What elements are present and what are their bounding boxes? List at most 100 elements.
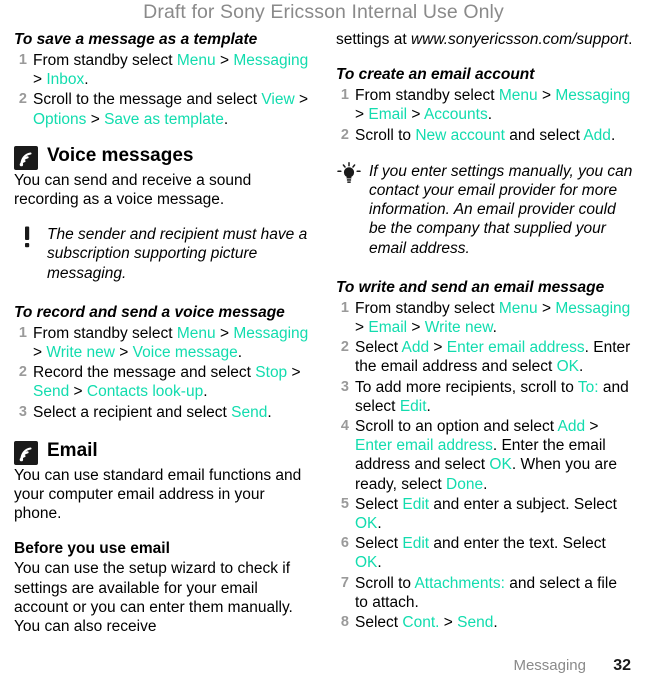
step-text: . xyxy=(267,403,272,421)
step-text: . xyxy=(426,397,431,415)
step-text: . xyxy=(487,106,493,124)
step-text: To add more recipients, scroll to xyxy=(355,378,578,396)
ui-term: Menu xyxy=(176,52,216,69)
procedure-heading-write-email: To write and send an email message xyxy=(336,278,605,296)
continuation-prefix: settings at xyxy=(336,31,411,48)
support-url: www.sonyericsson.com/support xyxy=(410,31,629,48)
ui-term: Write new xyxy=(424,319,493,337)
ui-term: Edit xyxy=(399,397,427,415)
step-text: and select xyxy=(504,126,584,144)
step-text: Scroll to an option and select xyxy=(355,418,558,436)
procedure-step: Select Edit and enter the text. Select O… xyxy=(336,534,633,572)
section-heading-voice-messages: Voice messages xyxy=(14,144,311,170)
procedure-step: Scroll to the message and select View > … xyxy=(14,90,311,128)
ui-term: New account xyxy=(415,126,505,144)
ui-term: Cont. xyxy=(402,614,440,632)
step-text: > xyxy=(407,319,425,337)
step-text: Scroll to xyxy=(355,574,415,592)
broadcast-waves-icon xyxy=(14,440,38,465)
ui-term: OK xyxy=(489,456,512,474)
procedure-step: From standby select Menu > Messaging > W… xyxy=(14,324,311,362)
step-text: > xyxy=(537,87,556,105)
section-heading-email: Email xyxy=(14,439,311,465)
ui-term: Menu xyxy=(498,299,538,317)
step-text: > xyxy=(33,71,47,89)
step-text: Scroll to the message and select xyxy=(33,91,262,109)
section-title-text: Voice messages xyxy=(47,144,194,166)
procedure-step: Select Add > Enter email address. Enter … xyxy=(336,338,633,376)
ui-term: Email xyxy=(368,319,408,337)
step-text: Select xyxy=(355,339,402,357)
voice-messages-body: You can send and receive a sound recordi… xyxy=(14,171,252,209)
page-footer: Messaging 32 xyxy=(0,656,647,678)
ui-term: Add xyxy=(583,126,611,144)
procedure-step: Select Edit and enter a subject. Select … xyxy=(336,495,633,533)
step-text: > xyxy=(33,344,47,362)
procedure-step: To add more recipients, scroll to To: an… xyxy=(336,378,633,416)
step-text: From standby select xyxy=(33,324,177,342)
ui-term: OK xyxy=(556,358,580,376)
ui-term: Add xyxy=(401,339,430,357)
procedure-step: Scroll to an option and select Add > Ent… xyxy=(336,417,633,494)
procedure-step: Select Cont. > Send. xyxy=(336,613,633,632)
procedure-heading-record-voice: To record and send a voice message xyxy=(14,303,285,321)
procedure-step: From standby select Menu > Messaging > E… xyxy=(336,299,633,337)
email-setup-body: You can use the setup wizard to check if… xyxy=(14,560,293,636)
step-text: > xyxy=(407,106,424,124)
continuation-suffix: . xyxy=(628,31,633,48)
steps-record-voice: From standby select Menu > Messaging > W… xyxy=(14,324,311,422)
step-text: > xyxy=(69,383,87,401)
right-column: settings at www.sonyericsson.com/support… xyxy=(336,30,633,633)
note-text: The sender and recipient must have a sub… xyxy=(47,226,308,282)
step-text: Select xyxy=(355,495,403,513)
step-text: > xyxy=(355,319,369,337)
tip-text: If you enter settings manually, you can … xyxy=(369,162,633,257)
ui-term: Send xyxy=(231,403,268,421)
email-setup-continuation: settings at www.sonyericsson.com/support… xyxy=(336,30,633,49)
tip-block-manual-settings: If you enter settings manually, you can … xyxy=(336,161,633,258)
ui-term: Messaging xyxy=(233,52,309,69)
ui-term: OK xyxy=(355,554,378,572)
step-text: Select xyxy=(355,535,403,553)
step-text: . xyxy=(223,110,229,128)
ui-term: Messaging xyxy=(555,87,631,105)
step-text: > xyxy=(114,344,133,362)
ui-term: Send xyxy=(33,383,70,401)
ui-term: Enter email address xyxy=(446,339,585,357)
ui-term: Edit xyxy=(402,535,430,553)
step-text: > xyxy=(287,364,301,382)
step-text: > xyxy=(215,52,234,69)
step-text: Select xyxy=(355,614,403,632)
steps-save-template: From standby select Menu > Messaging > I… xyxy=(14,51,311,129)
procedure-step: Record the message and select Stop > Sen… xyxy=(14,363,311,401)
ui-term: Contacts look-up xyxy=(86,383,204,401)
step-text: . xyxy=(493,614,498,632)
ui-term: Menu xyxy=(176,324,216,342)
ui-term: Attachments: xyxy=(414,574,505,592)
procedure-heading-save-template: To save a message as a template xyxy=(14,31,258,48)
step-text: > xyxy=(86,110,105,128)
step-text: Select a recipient and select xyxy=(33,403,232,421)
ui-term: Accounts xyxy=(423,106,488,124)
step-text: . xyxy=(377,515,382,533)
email-body: You can use standard email functions and… xyxy=(14,466,302,523)
step-text: . xyxy=(237,344,243,362)
ui-term: Save as template xyxy=(104,110,224,128)
broadcast-waves-icon xyxy=(14,145,38,170)
step-text: . xyxy=(203,383,208,401)
step-text: . xyxy=(492,319,497,337)
step-text: . xyxy=(610,126,616,144)
step-text: Record the message and select xyxy=(33,364,256,382)
step-text: . xyxy=(377,554,382,572)
step-text: . xyxy=(84,71,89,89)
step-text: . xyxy=(483,475,488,493)
note-block-voice-subscription: The sender and recipient must have a sub… xyxy=(14,225,311,283)
ui-term: Inbox xyxy=(46,71,85,89)
step-text: From standby select xyxy=(33,52,177,69)
ui-term: To: xyxy=(577,378,599,396)
steps-write-email: From standby select Menu > Messaging > E… xyxy=(336,299,633,633)
